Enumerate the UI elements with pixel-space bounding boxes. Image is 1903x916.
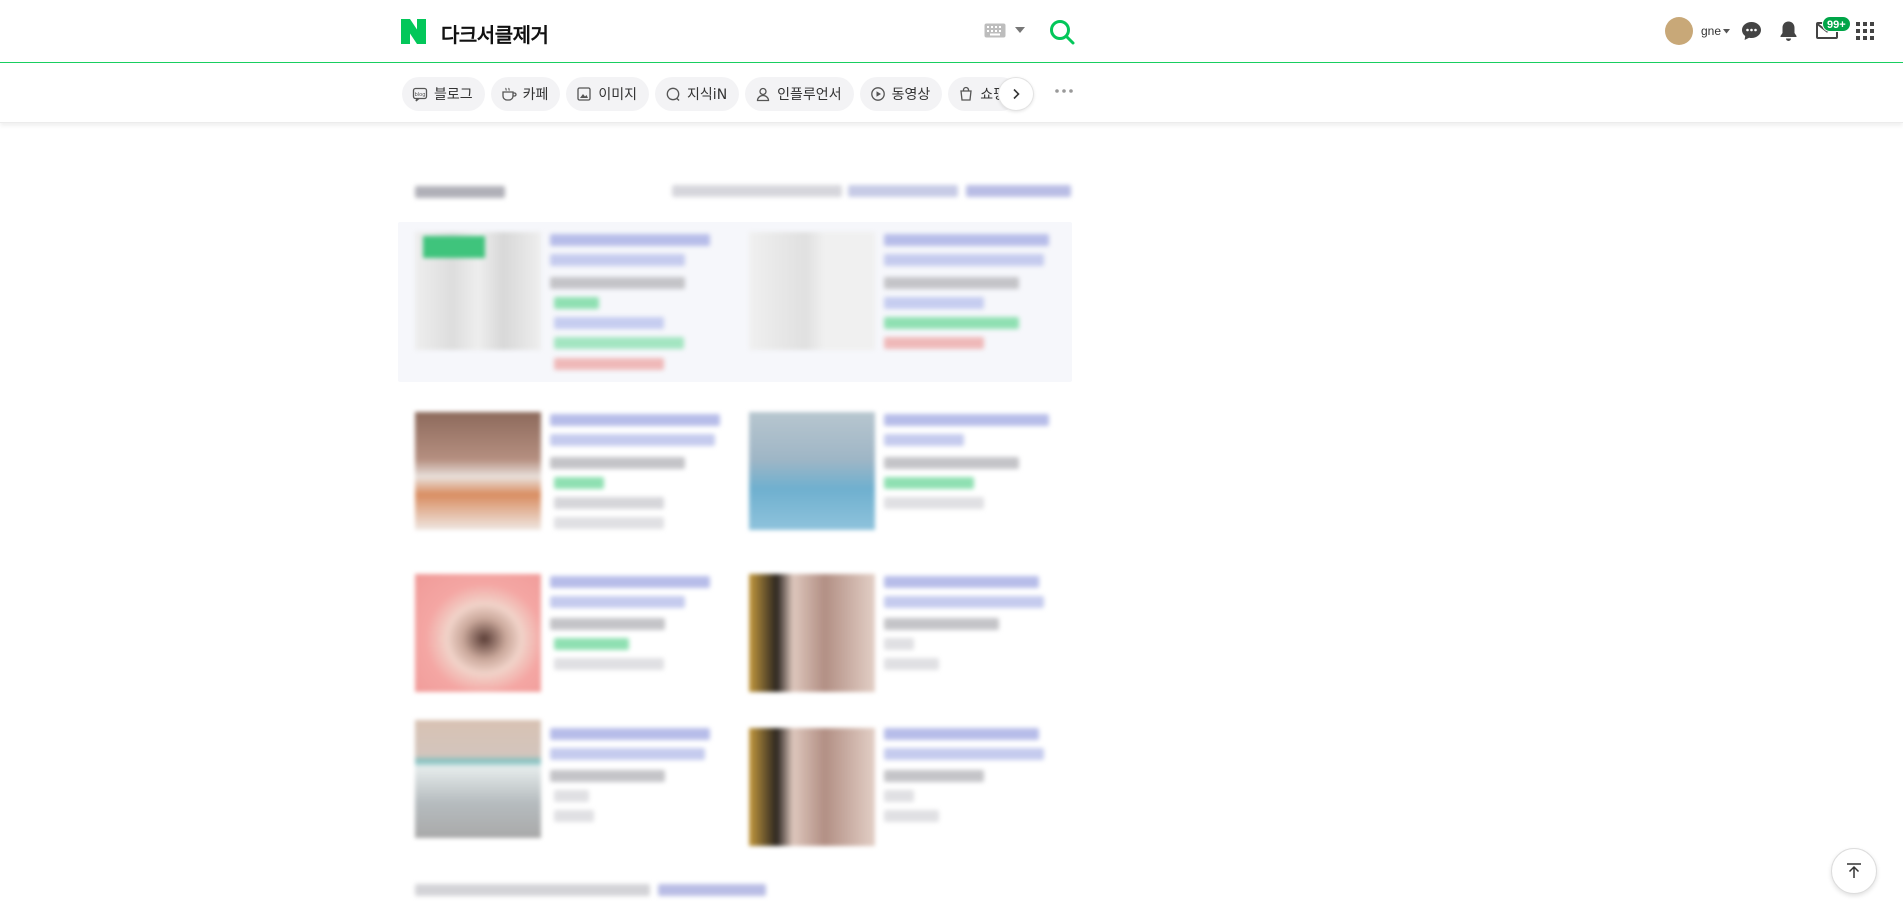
result-meta xyxy=(554,790,589,802)
tab-label: 지식iN xyxy=(687,87,728,103)
result-meta xyxy=(884,317,1019,329)
tab-video[interactable]: 동영상 xyxy=(859,77,943,111)
result-thumbnail[interactable] xyxy=(749,574,875,692)
result-thumbnail[interactable] xyxy=(749,232,875,350)
arrow-up-icon xyxy=(1847,863,1861,878)
result-title[interactable] xyxy=(550,414,720,426)
result-title[interactable] xyxy=(884,748,1044,760)
chevron-down-icon[interactable] xyxy=(1015,27,1025,34)
result-meta xyxy=(884,770,984,782)
result-title[interactable] xyxy=(884,254,1044,266)
result-title[interactable] xyxy=(550,434,715,446)
tab-label: 이미지 xyxy=(598,87,638,103)
result-meta xyxy=(554,297,599,309)
result-meta xyxy=(554,658,664,670)
more-dots-icon[interactable] xyxy=(1054,88,1074,94)
result-meta xyxy=(550,618,665,630)
result-title[interactable] xyxy=(550,748,705,760)
result-title[interactable] xyxy=(884,434,964,446)
avatar[interactable] xyxy=(1665,17,1693,45)
result-thumbnail[interactable] xyxy=(415,574,541,692)
result-meta xyxy=(884,658,939,670)
tab-cafe[interactable]: 카페 xyxy=(490,77,561,111)
result-meta xyxy=(884,277,1019,289)
image-icon xyxy=(577,87,592,101)
blurred-footer-link[interactable] xyxy=(658,884,766,896)
tab-label: 동영상 xyxy=(891,87,931,103)
search-tab-bar: blog 블로그 카페 이미지 지식iN 인플루언서 동영상 쇼핑 xyxy=(0,64,1903,123)
result-meta xyxy=(554,317,664,329)
mail-badge: 99+ xyxy=(1822,16,1851,32)
chevron-right-icon xyxy=(1013,88,1020,100)
tab-influencer[interactable]: 인플루언서 xyxy=(745,77,854,111)
result-meta xyxy=(884,790,914,802)
result-meta xyxy=(884,497,984,509)
tab-list: blog 블로그 카페 이미지 지식iN 인플루언서 동영상 쇼핑 xyxy=(402,77,1034,111)
result-meta xyxy=(554,358,664,370)
blurred-heading-meta xyxy=(672,185,842,197)
result-title[interactable] xyxy=(550,576,710,588)
chevron-down-icon[interactable] xyxy=(1723,29,1730,34)
result-meta xyxy=(550,277,685,289)
influencer-icon xyxy=(757,87,770,102)
result-title[interactable] xyxy=(884,596,1044,608)
result-title[interactable] xyxy=(550,596,685,608)
username[interactable]: gne xyxy=(1701,24,1721,38)
search-icon[interactable] xyxy=(1049,19,1075,45)
result-thumbnail[interactable] xyxy=(415,412,541,530)
tab-label: 블로그 xyxy=(434,87,473,103)
result-thumbnail[interactable] xyxy=(749,728,875,846)
apps-grid-icon[interactable] xyxy=(1856,22,1874,40)
result-title[interactable] xyxy=(884,576,1039,588)
result-title[interactable] xyxy=(884,414,1049,426)
result-thumbnail[interactable] xyxy=(749,412,875,530)
result-meta xyxy=(554,638,629,650)
tab-image[interactable]: 이미지 xyxy=(566,77,650,111)
result-meta xyxy=(554,497,664,509)
video-icon xyxy=(870,87,885,101)
result-meta xyxy=(884,618,999,630)
kin-icon xyxy=(666,87,680,101)
result-meta xyxy=(550,770,665,782)
tab-blog[interactable]: blog 블로그 xyxy=(402,77,485,111)
results-content-blurred xyxy=(398,162,1072,916)
result-thumbnail[interactable] xyxy=(415,720,541,838)
result-title[interactable] xyxy=(550,234,710,246)
tab-scroll-next-button[interactable] xyxy=(998,77,1034,111)
keyboard-icon[interactable] xyxy=(984,23,1006,38)
blurred-footer-text xyxy=(415,884,650,896)
blog-icon: blog xyxy=(412,87,428,102)
tab-label: 카페 xyxy=(522,87,549,103)
result-meta xyxy=(884,297,984,309)
blurred-heading-meta xyxy=(848,185,958,197)
result-meta xyxy=(554,517,664,529)
blurred-heading xyxy=(415,186,505,198)
tab-label: 인플루언서 xyxy=(777,87,842,103)
svg-text:blog: blog xyxy=(415,92,426,98)
scroll-to-top-button[interactable] xyxy=(1831,848,1877,894)
result-meta xyxy=(884,337,984,349)
result-meta xyxy=(554,477,604,489)
tab-kin[interactable]: 지식iN xyxy=(655,77,740,111)
search-header: 다크서클제거 gne 99+ xyxy=(0,0,1903,63)
bell-icon[interactable] xyxy=(1779,20,1798,42)
result-thumbnail[interactable] xyxy=(415,232,541,350)
result-title[interactable] xyxy=(550,728,710,740)
search-query-text[interactable]: 다크서클제거 xyxy=(441,19,549,48)
talk-icon[interactable] xyxy=(1741,21,1762,41)
result-meta xyxy=(884,810,939,822)
result-title[interactable] xyxy=(884,234,1049,246)
result-title[interactable] xyxy=(884,728,1039,740)
result-meta xyxy=(554,337,684,349)
cafe-icon xyxy=(501,87,517,101)
blurred-heading-meta xyxy=(966,185,1071,197)
result-meta xyxy=(554,810,594,822)
result-meta xyxy=(884,477,974,489)
result-meta xyxy=(884,638,914,650)
result-meta xyxy=(884,457,1019,469)
result-meta xyxy=(550,457,685,469)
naver-logo-icon[interactable] xyxy=(401,19,426,44)
shopping-icon xyxy=(960,86,972,101)
result-title[interactable] xyxy=(550,254,685,266)
